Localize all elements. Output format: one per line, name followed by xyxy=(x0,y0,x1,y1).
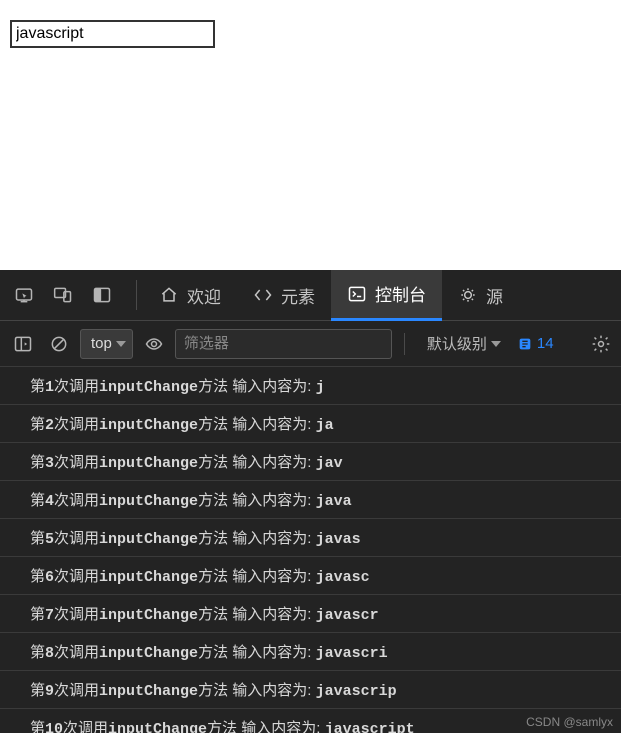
clear-console-icon[interactable] xyxy=(44,329,74,359)
sidebar-toggle-icon[interactable] xyxy=(8,329,38,359)
console-log-line[interactable]: 第2次调用inputChange方法 输入内容为: ja xyxy=(0,405,621,443)
console-log-line[interactable]: 第7次调用inputChange方法 输入内容为: javascr xyxy=(0,595,621,633)
tab-elements[interactable]: 元素 xyxy=(237,270,331,321)
tab-welcome-label: 欢迎 xyxy=(187,283,221,308)
console-log-line[interactable]: 第6次调用inputChange方法 输入内容为: javasc xyxy=(0,557,621,595)
issues-count: 14 xyxy=(537,335,554,352)
level-label: 默认级别 xyxy=(427,333,487,354)
gear-icon[interactable] xyxy=(589,329,613,359)
tab-welcome[interactable]: 欢迎 xyxy=(143,270,237,321)
chevron-down-icon xyxy=(116,341,126,347)
console-log-line[interactable]: 第4次调用inputChange方法 输入内容为: java xyxy=(0,481,621,519)
filter-input[interactable] xyxy=(175,329,392,359)
device-icons xyxy=(6,277,130,313)
tab-sources-label: 源 xyxy=(486,283,503,308)
console-log-line[interactable]: 第8次调用inputChange方法 输入内容为: javascri xyxy=(0,633,621,671)
live-expression-icon[interactable] xyxy=(139,329,169,359)
separator xyxy=(136,280,137,310)
chevron-down-icon xyxy=(491,341,501,347)
tab-console[interactable]: 控制台 xyxy=(331,270,442,321)
page-top-area xyxy=(0,0,621,270)
console-log-line[interactable]: 第1次调用inputChange方法 输入内容为: j xyxy=(0,367,621,405)
tab-elements-label: 元素 xyxy=(281,283,315,308)
context-label: top xyxy=(91,335,112,352)
console-toolbar: top 默认级别 14 xyxy=(0,321,621,367)
console-log-line[interactable]: 第3次调用inputChange方法 输入内容为: jav xyxy=(0,443,621,481)
devtools-panel: 欢迎 元素 控制台 源 top 默认级别 xyxy=(0,270,621,733)
tabs-row: 欢迎 元素 控制台 源 xyxy=(0,270,621,321)
device-toggle-icon[interactable] xyxy=(45,277,81,313)
separator xyxy=(404,333,405,355)
watermark: CSDN @samlyx xyxy=(526,715,613,729)
issues-badge[interactable]: 14 xyxy=(517,335,554,352)
context-selector[interactable]: top xyxy=(80,329,133,359)
inspect-icon[interactable] xyxy=(6,277,42,313)
dock-icon[interactable] xyxy=(84,277,120,313)
log-level-selector[interactable]: 默认级别 xyxy=(423,333,505,354)
tab-console-label: 控制台 xyxy=(375,281,426,306)
console-body: 第1次调用inputChange方法 输入内容为: j第2次调用inputCha… xyxy=(0,367,621,733)
console-log-line[interactable]: 第9次调用inputChange方法 输入内容为: javascrip xyxy=(0,671,621,709)
demo-input[interactable] xyxy=(10,20,215,48)
tab-sources[interactable]: 源 xyxy=(442,270,503,321)
console-log-line[interactable]: 第5次调用inputChange方法 输入内容为: javas xyxy=(0,519,621,557)
